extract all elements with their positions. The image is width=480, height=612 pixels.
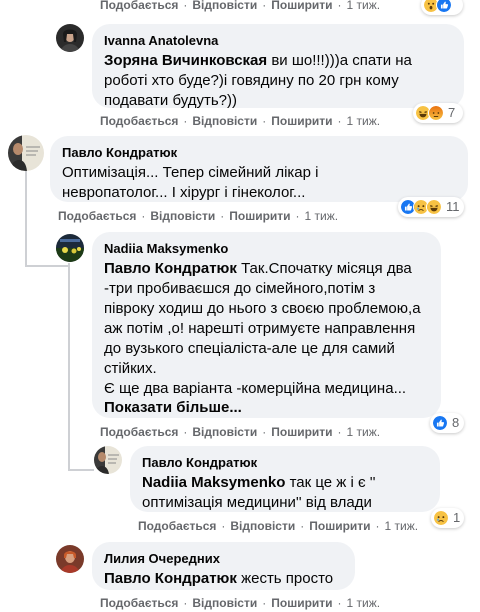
timestamp[interactable]: 1 тиж. xyxy=(347,595,381,611)
thread-line xyxy=(25,265,68,267)
comment-bubble: Nadiia Maksymenko Павло Кондратюк Так.Сп… xyxy=(92,232,441,418)
reaction-summary[interactable]: 11 xyxy=(398,197,464,217)
share-button[interactable]: Поширити xyxy=(271,113,332,129)
avatar[interactable] xyxy=(94,446,122,474)
comment-bubble: Лилия Очередних Павло Кондратюк жесть пр… xyxy=(92,542,355,590)
reply-button[interactable]: Відповісти xyxy=(150,208,215,224)
avatar[interactable] xyxy=(56,545,84,573)
timestamp[interactable]: 1 тиж. xyxy=(347,424,381,440)
comment-text: Павло Кондратюк Так.Спочатку місяця два -… xyxy=(104,260,421,397)
timestamp[interactable]: 1 тиж. xyxy=(347,0,381,13)
comment-actions: Подобається · Відповісти · Поширити · 1 тиж. xyxy=(138,518,419,534)
reaction-count: 1 xyxy=(453,510,461,525)
avatar[interactable] xyxy=(56,234,84,262)
comment-author[interactable]: Павло Кондратюк xyxy=(142,454,428,471)
like-button[interactable]: Подобається xyxy=(100,424,178,440)
reply-button[interactable]: Відповісти xyxy=(230,518,295,534)
timestamp[interactable]: 1 тиж. xyxy=(347,113,381,129)
avatar[interactable] xyxy=(8,135,44,171)
reaction-count: 8 xyxy=(452,415,460,430)
sad-reaction-icon xyxy=(433,510,449,526)
haha-reaction-icon xyxy=(426,199,442,215)
comment-bubble: Ivanna Anatolevna Зоряна Вичинковская ви… xyxy=(92,24,464,109)
share-button[interactable]: Поширити xyxy=(271,595,332,611)
comment-text: Nadiia Maksymenko так це ж і є '' оптиміз… xyxy=(142,474,376,511)
thread-line xyxy=(68,469,94,471)
comment-bubble: Павло Кондратюк Оптимізація... Тепер сім… xyxy=(50,136,468,202)
comment-actions: Подобається · Відповісти · Поширити · 1 тиж. xyxy=(58,208,339,224)
comment-author[interactable]: Ivanna Anatolevna xyxy=(104,32,452,49)
like-reaction-icon xyxy=(436,0,452,13)
reply-button[interactable]: Відповісти xyxy=(192,595,257,611)
comment-text: Оптимізація... Тепер сімейний лікар і нев… xyxy=(62,164,319,201)
mention-link[interactable]: Nadiia Maksymenko xyxy=(142,474,285,491)
reaction-summary[interactable]: 7 xyxy=(413,103,463,123)
reaction-summary[interactable]: 1 xyxy=(431,508,464,528)
comment-actions: Подобається · Відповісти · Поширити · 1 тиж. xyxy=(100,595,381,611)
angry-reaction-icon xyxy=(428,105,444,121)
share-button[interactable]: Поширити xyxy=(271,0,332,13)
share-button[interactable]: Поширити xyxy=(309,518,370,534)
reaction-summary[interactable]: 8 xyxy=(430,413,464,433)
reply-button[interactable]: Відповісти xyxy=(192,113,257,129)
comment-text: Зоряна Вичинковская ви шо!!!)))а спати н… xyxy=(104,52,412,109)
comment-bubble: Павло Кондратюк Nadiia Maksymenko так це… xyxy=(130,446,440,512)
reaction-summary[interactable] xyxy=(421,0,463,15)
thread-line xyxy=(25,170,27,265)
comment-actions: Подобається · Відповісти · Поширити · 1 тиж. xyxy=(100,113,381,129)
comment-author[interactable]: Лилия Очередних xyxy=(104,550,343,567)
share-button[interactable]: Поширити xyxy=(229,208,290,224)
comment-actions: Подобається · Відповісти · Поширити · 1 тиж. xyxy=(100,0,380,13)
reaction-count: 11 xyxy=(446,199,460,214)
comment-author[interactable]: Nadiia Maksymenko xyxy=(104,240,429,257)
like-button[interactable]: Подобається xyxy=(100,595,178,611)
share-button[interactable]: Поширити xyxy=(271,424,332,440)
see-more-link[interactable]: Показати більше... xyxy=(104,399,429,416)
like-button[interactable]: Подобається xyxy=(100,113,178,129)
reply-button[interactable]: Відповісти xyxy=(192,424,257,440)
timestamp[interactable]: 1 тиж. xyxy=(385,518,419,534)
mention-link[interactable]: Зоряна Вичинковская xyxy=(104,52,267,69)
like-reaction-icon xyxy=(432,415,448,431)
like-button[interactable]: Подобається xyxy=(58,208,136,224)
like-button[interactable]: Подобається xyxy=(100,0,178,13)
comment-author[interactable]: Павло Кондратюк xyxy=(62,144,456,161)
comment-text: Павло Кондратюк жесть просто xyxy=(104,570,334,587)
avatar[interactable] xyxy=(56,24,84,52)
mention-link[interactable]: Павло Кондратюк xyxy=(104,570,237,587)
mention-link[interactable]: Павло Кондратюк xyxy=(104,260,237,277)
comment-actions: Подобається · Відповісти · Поширити · 1 тиж. xyxy=(100,424,381,440)
reaction-count: 7 xyxy=(448,105,456,120)
thread-line xyxy=(68,263,70,469)
reply-button[interactable]: Відповісти xyxy=(192,0,257,13)
timestamp[interactable]: 1 тиж. xyxy=(305,208,339,224)
like-button[interactable]: Подобається xyxy=(138,518,216,534)
